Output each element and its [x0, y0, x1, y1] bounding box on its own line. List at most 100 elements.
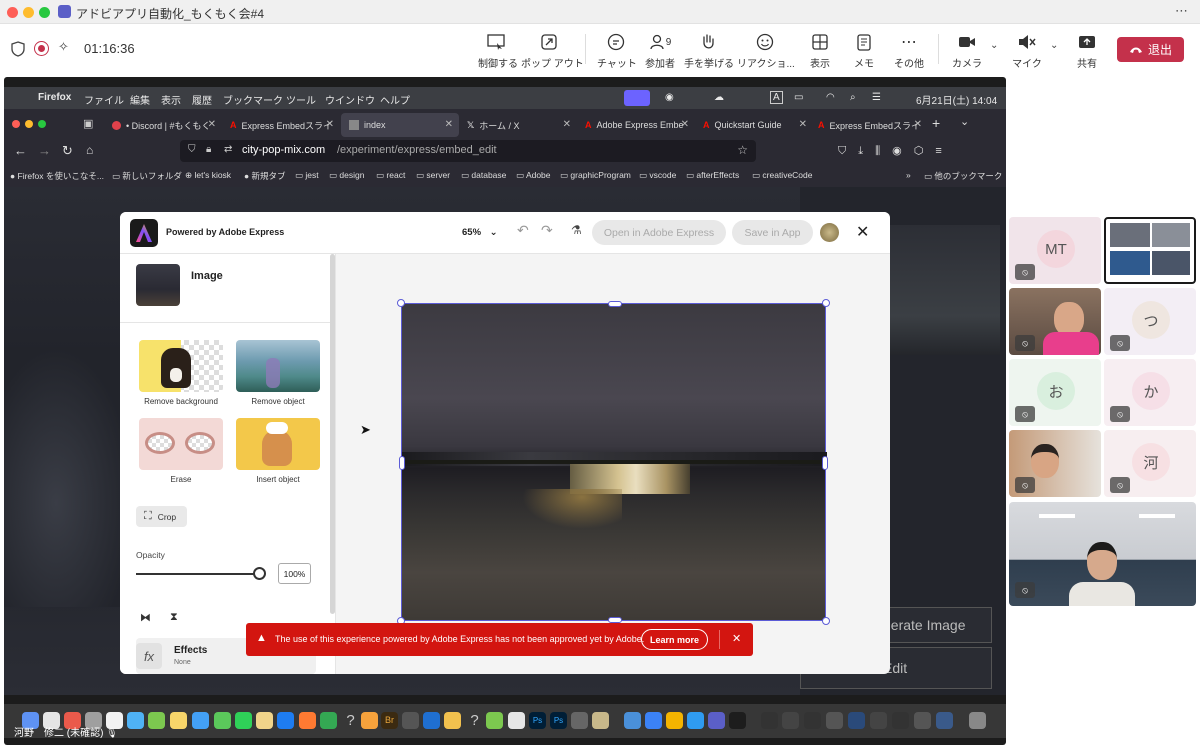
camera-options-chevron-icon[interactable]: ⌄ — [990, 40, 998, 51]
vscode-icon[interactable] — [423, 712, 440, 729]
user-avatar[interactable] — [820, 223, 839, 242]
browser-tab[interactable]: A Adobe Express Embe ✕ — [577, 113, 695, 137]
app-store-icon[interactable] — [277, 712, 294, 729]
bookmark-item[interactable]: ● Firefox を使いこなそ... — [10, 170, 104, 182]
other-bookmarks[interactable]: ▭ 他のブックマーク — [924, 170, 1002, 182]
mail-icon[interactable] — [645, 712, 662, 729]
participant-tile[interactable]: つ ⦸ — [1104, 288, 1196, 355]
close-toast-icon[interactable]: ✕ — [732, 632, 741, 645]
participant-tile[interactable]: か ⦸ — [1104, 359, 1196, 426]
close-tab-icon[interactable]: ✕ — [914, 119, 922, 130]
zoom-window-button[interactable] — [39, 7, 50, 18]
site-settings-icon[interactable]: ⇄ — [224, 144, 232, 155]
reaction-button[interactable]: リアクショ... — [737, 32, 795, 70]
app-icon[interactable] — [687, 712, 704, 729]
participant-tile[interactable]: ⦸ — [1009, 288, 1101, 355]
numbers-icon[interactable] — [320, 712, 337, 729]
insert-object-label[interactable]: Insert object — [228, 475, 328, 484]
participants-button[interactable]: 9 参加者 — [644, 32, 676, 70]
resize-handle[interactable] — [397, 299, 405, 307]
share-button[interactable]: 共有 — [1074, 32, 1100, 70]
app-icon[interactable] — [444, 712, 461, 729]
status-app-icon[interactable] — [624, 90, 650, 106]
menu-window[interactable]: ウインドウ — [325, 92, 375, 107]
open-in-express-button[interactable]: Open in Adobe Express — [592, 220, 726, 245]
tab-list-chevron-icon[interactable]: ⌄ — [960, 115, 969, 128]
bookmark-folder[interactable]: ▭ Adobe — [516, 170, 551, 181]
image-canvas[interactable] — [397, 299, 830, 625]
more-options-icon[interactable]: ⋯ — [1175, 3, 1188, 19]
browser-tab[interactable]: 𝕏 ホーム / X ✕ — [459, 113, 577, 137]
mic-options-chevron-icon[interactable]: ⌄ — [1050, 40, 1058, 51]
safari-icon[interactable] — [192, 712, 209, 729]
tab-overview-icon[interactable]: ▣ — [83, 117, 93, 130]
gif-icon[interactable] — [486, 712, 503, 729]
close-tab-icon[interactable]: ✕ — [681, 119, 689, 130]
undo-icon[interactable]: ↶ — [517, 222, 529, 239]
photos-icon[interactable] — [127, 712, 144, 729]
zoom-select[interactable]: 65% ⌄ — [462, 227, 498, 238]
bookmark-item[interactable]: ● 新規タブ — [244, 170, 286, 182]
close-tab-icon[interactable]: ✕ — [799, 119, 807, 130]
bookmarks-overflow-icon[interactable]: » — [906, 170, 911, 180]
ff-close-button[interactable] — [12, 120, 20, 128]
crop-button[interactable]: ⛶ Crop — [136, 506, 187, 527]
menu-tools[interactable]: ツール — [286, 92, 316, 107]
bookmark-folder[interactable]: ▭ vscode — [639, 170, 676, 181]
bookmark-folder[interactable]: ▭ server — [416, 170, 450, 181]
flask-icon[interactable]: ⚗ — [571, 223, 582, 237]
bookmark-folder[interactable]: ▭ jest — [295, 170, 319, 181]
close-modal-icon[interactable]: ✕ — [856, 222, 869, 242]
close-tab-icon[interactable]: ✕ — [445, 119, 453, 130]
resize-handle[interactable] — [822, 456, 828, 470]
view-button[interactable]: 表示 — [806, 32, 834, 70]
new-tab-button[interactable]: + — [932, 115, 940, 131]
url-bar[interactable]: ⛉ 🔒︎ ⇄ city-pop-mix.com /experiment/expr… — [180, 140, 756, 162]
app-icon[interactable] — [148, 712, 165, 729]
window-thumbnail[interactable] — [761, 712, 778, 729]
input-source-icon[interactable]: A — [770, 91, 783, 104]
ff-zoom-button[interactable] — [38, 120, 46, 128]
close-window-button[interactable] — [7, 7, 18, 18]
close-tab-icon[interactable]: ✕ — [563, 119, 571, 130]
browser-tab[interactable]: A Express Embedスライ ✕ — [810, 113, 928, 137]
participant-tile[interactable]: MT ⦸ — [1009, 217, 1101, 284]
window-thumbnail[interactable] — [936, 712, 953, 729]
participant-tile[interactable] — [1104, 217, 1196, 284]
participant-tile[interactable]: 河 ⦸ — [1104, 430, 1196, 497]
remove-object-label[interactable]: Remove object — [228, 397, 328, 406]
popout-button[interactable]: ポップ アウト — [521, 32, 584, 70]
status-icon[interactable]: ☁ — [714, 92, 724, 103]
mic-button[interactable]: マイク — [1012, 32, 1042, 70]
shield-icon[interactable]: ⛉ — [188, 144, 196, 155]
more-button[interactable]: ⋯ その他 — [892, 32, 926, 70]
camera-button[interactable]: カメラ — [950, 32, 984, 70]
opacity-slider-thumb[interactable] — [253, 567, 266, 580]
forward-icon[interactable]: → — [38, 143, 51, 158]
remove-background-thumb[interactable] — [139, 340, 223, 392]
bookmark-folder[interactable]: ▭ afterEffects — [686, 170, 739, 181]
browser-tab[interactable]: A Express Embedスライ ✕ — [222, 113, 340, 137]
bookmark-star-icon[interactable]: ☆ — [737, 143, 748, 157]
menu-help[interactable]: ヘルプ — [380, 92, 410, 107]
app-icon[interactable] — [402, 712, 419, 729]
notes-button[interactable]: メモ — [850, 32, 878, 70]
photoshop-icon[interactable]: Ps — [550, 712, 567, 729]
trash-icon[interactable] — [969, 712, 986, 729]
redo-icon[interactable]: ↷ — [541, 222, 553, 239]
menu-edit[interactable]: 編集 — [130, 92, 150, 107]
browser-tab[interactable]: • Discord | #もくもく ✕ — [104, 113, 222, 137]
pages-icon[interactable] — [256, 712, 273, 729]
opacity-input[interactable]: 100% — [278, 563, 311, 584]
menu-file[interactable]: ファイル — [84, 92, 124, 107]
flip-horizontal-icon[interactable]: ⧓ — [140, 611, 151, 624]
status-icon[interactable]: ◉ — [665, 92, 674, 103]
sparkle-icon[interactable]: ✧ — [58, 39, 69, 55]
browser-tab-active[interactable]: index ✕ — [341, 113, 459, 137]
participant-tile-large[interactable]: ⦸ — [1009, 502, 1196, 606]
app-icon[interactable] — [624, 712, 641, 729]
teams-icon[interactable] — [708, 712, 725, 729]
leave-button[interactable]: 退出 — [1117, 37, 1184, 62]
browser-tab[interactable]: A Quickstart Guide ✕ — [695, 113, 813, 137]
flip-vertical-icon[interactable]: ⧗ — [170, 611, 178, 624]
